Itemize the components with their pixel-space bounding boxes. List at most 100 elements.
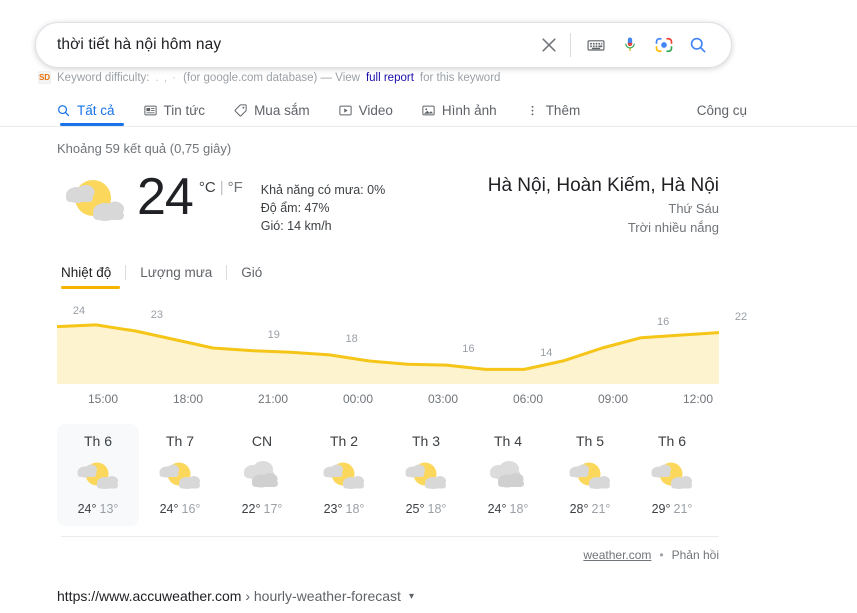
location-name: Hà Nội, Hoàn Kiếm, Hà Nội — [487, 175, 719, 196]
chart-time-label: 12:00 — [682, 392, 714, 406]
chart-time-label: 18:00 — [172, 392, 204, 406]
result-stats: Khoảng 59 kết quả (0,75 giây) — [57, 141, 232, 156]
current-temperature: 24 — [137, 168, 194, 226]
forecast-day[interactable]: Th 6 24° 13° — [57, 424, 139, 526]
tab-video[interactable]: Video — [338, 93, 407, 127]
clear-icon[interactable] — [532, 28, 566, 62]
microphone-icon[interactable] — [613, 28, 647, 62]
forecast-day[interactable]: Th 6 29° 21° — [631, 424, 713, 526]
forecast-day[interactable]: CN 22° 17° — [221, 424, 303, 526]
chart-point-label: 24 — [72, 304, 86, 317]
forecast-day-temps: 22° 17° — [242, 502, 283, 516]
chart-time-axis: 15:00 18:00 21:00 00:00 03:00 06:00 09:00 12:00 — [57, 392, 719, 410]
unit-celsius[interactable]: °C — [199, 179, 216, 196]
partly-cloudy-icon — [564, 455, 616, 497]
forecast-day-name: Th 6 — [657, 433, 686, 449]
tab-wind[interactable]: Gió — [227, 265, 276, 280]
location-day: Thứ Sáu — [668, 201, 719, 216]
tab-images[interactable]: Hình ảnh — [421, 93, 511, 127]
seo-extension-icon: SD — [38, 71, 51, 84]
search-bar[interactable]: thời tiết hà nội hôm nay — [35, 22, 732, 68]
partly-cloudy-icon — [57, 169, 135, 235]
tab-more[interactable]: Thêm — [525, 93, 595, 127]
tools-button[interactable]: Công cụ — [697, 93, 747, 127]
weather-card: 24 °C | °F Khả năng có mưa: 0% Độ ẩm: 47… — [57, 165, 747, 562]
precipitation-text: Khả năng có mưa: 0% — [260, 183, 386, 197]
wind-text: Gió: 14 km/h — [260, 219, 332, 233]
forecast-day-temps: 23° 18° — [324, 502, 365, 516]
chart-time-label: 15:00 — [87, 392, 119, 406]
forecast-day[interactable]: Th 4 24° 18° — [467, 424, 549, 526]
search-icon — [56, 103, 71, 118]
chart-time-label: 21:00 — [257, 392, 289, 406]
search-bar-icons — [532, 28, 731, 62]
tab-news[interactable]: Tin tức — [143, 93, 220, 127]
weather-summary: 24 °C | °F Khả năng có mưa: 0% Độ ẩm: 47… — [57, 165, 719, 237]
chart-point-label: 16 — [656, 315, 670, 328]
keyword-difficulty-suffix: for this keyword — [419, 71, 501, 84]
forecast-low: 21° — [591, 502, 611, 516]
partly-cloudy-icon — [400, 455, 452, 497]
tab-all[interactable]: Tất cả — [56, 93, 129, 127]
keyboard-icon[interactable] — [579, 28, 613, 62]
breadcrumb-path: hourly-weather-forecast — [253, 588, 401, 604]
forecast-low: 17° — [263, 502, 283, 516]
humidity-text: Độ ẩm: 47% — [260, 201, 330, 215]
keyword-difficulty-value: . , · — [155, 71, 178, 84]
forecast-day-temps: 24° 13° — [78, 502, 119, 516]
feedback-link[interactable]: Phản hồi — [672, 548, 719, 562]
forecast-day[interactable]: Th 7 24° 16° — [139, 424, 221, 526]
weather-details: Khả năng có mưa: 0% Độ ẩm: 47% Gió: 14 k… — [261, 181, 385, 235]
forecast-low: 21° — [673, 502, 693, 516]
chart-point-label: 14 — [540, 347, 553, 360]
partly-cloudy-icon — [154, 455, 206, 497]
forecast-high: 22° — [241, 502, 261, 516]
search-icon[interactable] — [681, 28, 715, 62]
full-report-link[interactable]: full report — [366, 72, 414, 84]
forecast-high: 23° — [323, 502, 343, 516]
partly-cloudy-icon — [318, 455, 370, 497]
weather-card-footer: weather.com • Phản hồi — [57, 536, 719, 562]
chart-point-label: 23 — [150, 308, 163, 321]
search-input[interactable]: thời tiết hà nội hôm nay — [36, 36, 532, 54]
organic-result[interactable]: https://www.accuweather.com › hourly-wea… — [57, 588, 414, 604]
forecast-high: 29° — [651, 502, 671, 516]
search-divider — [570, 33, 571, 57]
tab-temperature[interactable]: Nhiệt độ — [57, 265, 125, 280]
tab-label: Video — [358, 102, 393, 118]
forecast-low: 18° — [509, 502, 529, 516]
cloudy-icon — [236, 455, 288, 497]
forecast-day[interactable]: Th 3 25° 18° — [385, 424, 467, 526]
tab-shopping[interactable]: Mua sắm — [233, 93, 324, 127]
forecast-day-name: Th 2 — [329, 433, 358, 449]
image-icon — [421, 103, 436, 118]
video-icon — [338, 103, 353, 118]
chart-point-label: 19 — [267, 328, 280, 341]
unit-separator: | — [219, 179, 224, 196]
chart-point-label: 18 — [345, 332, 358, 345]
forecast-high: 28° — [569, 502, 589, 516]
shopping-tag-icon — [233, 103, 248, 118]
result-menu-caret[interactable]: ▾ — [409, 591, 414, 602]
forecast-low: 16° — [181, 502, 201, 516]
forecast-day[interactable]: Th 5 28° 21° — [549, 424, 631, 526]
forecast-day[interactable]: Th 2 23° 18° — [303, 424, 385, 526]
unit-fahrenheit[interactable]: °F — [228, 179, 243, 196]
forecast-high: 24° — [159, 502, 179, 516]
forecast-day-temps: 28° 21° — [570, 502, 611, 516]
forecast-day-temps: 29° 21° — [652, 502, 693, 516]
result-path: › hourly-weather-forecast — [241, 588, 401, 604]
temperature-chart[interactable]: 24 23 19 18 16 14 16 22 — [57, 304, 747, 384]
tab-label: Mua sắm — [254, 102, 310, 118]
search-tabs: Tất cả Tin tức Mua sắm Video Hình ảnh Th… — [56, 93, 608, 127]
google-lens-icon[interactable] — [647, 28, 681, 62]
chart-time-label: 00:00 — [342, 392, 374, 406]
partly-cloudy-icon — [72, 455, 124, 497]
result-url: https://www.accuweather.com — [57, 588, 242, 604]
tab-precipitation[interactable]: Lượng mưa — [126, 265, 226, 280]
chart-point-label: 16 — [462, 343, 475, 356]
weather-chart-tabs: Nhiệt độ Lượng mưa Gió — [57, 265, 719, 289]
forecast-day-name: Th 3 — [411, 433, 440, 449]
forecast-day-name: Th 5 — [575, 433, 604, 449]
weather-source-link[interactable]: weather.com — [583, 548, 651, 562]
